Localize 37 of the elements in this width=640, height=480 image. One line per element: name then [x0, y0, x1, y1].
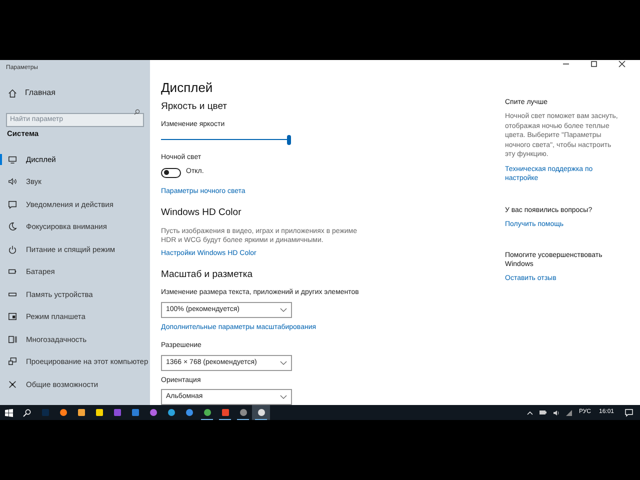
- taskbar-button[interactable]: [252, 405, 270, 420]
- section-heading: Windows HD Color: [161, 206, 242, 220]
- accessibility-icon: [8, 380, 17, 389]
- chevron-up-icon[interactable]: [526, 410, 533, 414]
- app-icon: [78, 409, 84, 416]
- brightness-slider[interactable]: [161, 134, 291, 145]
- app-icon: [222, 409, 228, 416]
- start-button[interactable]: [5, 408, 13, 416]
- moon-icon: [8, 222, 17, 232]
- chevron-icon: [280, 395, 287, 400]
- battery-icon: [8, 267, 17, 276]
- home-icon: [8, 88, 17, 98]
- battery-icon[interactable]: [538, 410, 547, 415]
- section-heading: Масштаб и разметка: [161, 268, 253, 282]
- page-title: Дисплей: [161, 81, 213, 94]
- notification-icon[interactable]: [625, 408, 633, 416]
- multitask-icon: [8, 334, 17, 344]
- search-button[interactable]: [23, 408, 31, 416]
- monitor-icon: [8, 154, 17, 164]
- network-icon[interactable]: [566, 410, 572, 416]
- message-icon: [8, 200, 17, 209]
- home-nav-item[interactable]: Главная: [0, 86, 56, 100]
- app-icon: [132, 409, 138, 416]
- close-button[interactable]: [618, 60, 626, 68]
- speaker-icon[interactable]: [552, 410, 560, 416]
- projector-icon: [8, 357, 17, 366]
- power-icon: [8, 244, 17, 254]
- maximize-button[interactable]: [590, 60, 598, 68]
- toggle-switch[interactable]: [161, 168, 181, 178]
- chevron-icon: [280, 308, 287, 312]
- app-icon: [114, 409, 120, 416]
- selection-indicator: [0, 154, 2, 165]
- chevron-icon: [280, 360, 287, 365]
- section-heading: Яркость и цвет: [161, 100, 228, 114]
- speaker-icon: [8, 177, 17, 186]
- tablet-icon: [8, 312, 17, 322]
- search-icon: [134, 109, 140, 115]
